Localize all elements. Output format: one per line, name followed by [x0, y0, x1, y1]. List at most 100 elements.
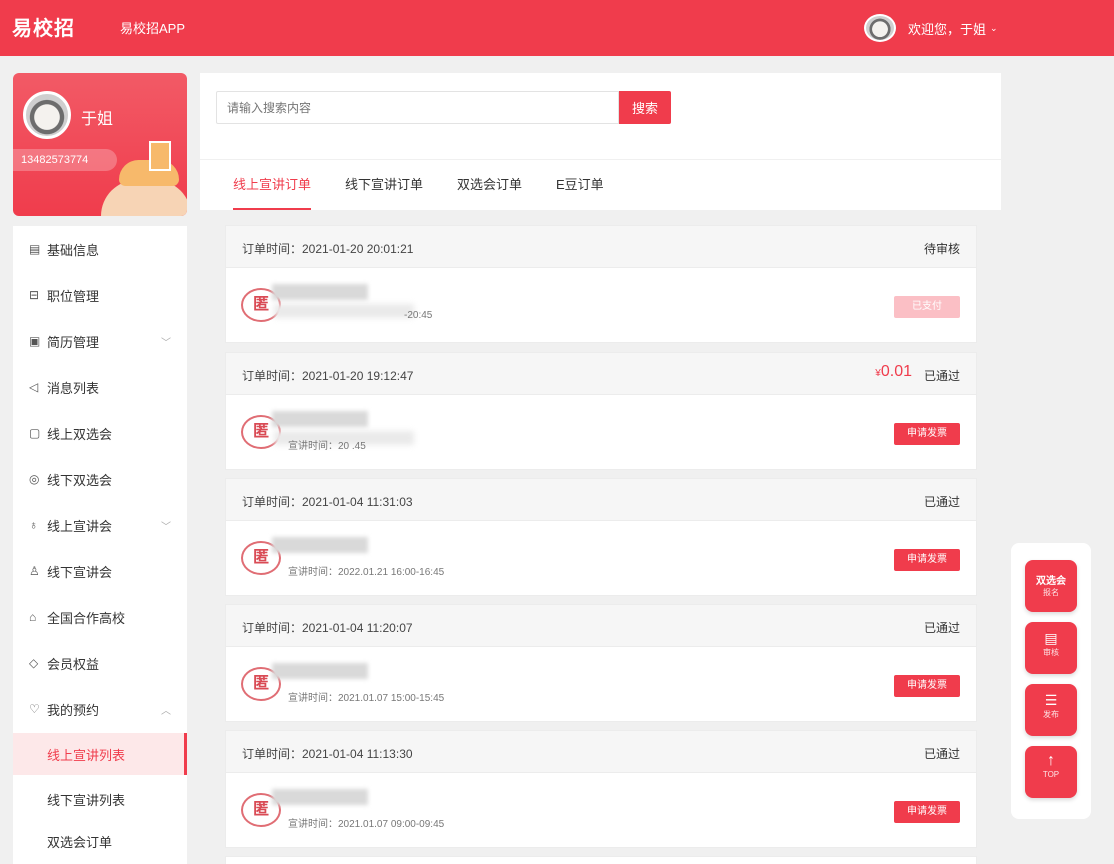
menu-item-basic-info[interactable]: ▤ 基础信息 [13, 226, 187, 272]
blurred-title [272, 537, 368, 553]
menu-label: 全国合作高校 [47, 610, 126, 626]
menu-item-reservations[interactable]: ♡ 我的预约 ︿ [13, 686, 187, 732]
blurred-title [272, 284, 368, 300]
blurred-title [272, 789, 368, 805]
order-time: 订单时间：2021-01-04 11:20:07 [242, 621, 413, 635]
review-icon: ▤ [1044, 630, 1058, 646]
menu-item-schools[interactable]: ⌂ 全国合作高校 [13, 594, 187, 640]
chevron-down-icon[interactable]: ﹀ [161, 518, 171, 533]
order-time: 订单时间：2021-01-20 19:12:47 [242, 369, 414, 383]
apply-invoice-button[interactable]: 申请发票 [894, 801, 960, 823]
price-amount: 0.01 [880, 363, 912, 380]
cake-illustration [91, 141, 187, 216]
order-status: 已通过 [923, 621, 960, 635]
publish-icon: ☰ [1044, 692, 1058, 708]
sidebar: 于姐 13482573774 ▤ 基础信息 ⊟ 职位管理 ▣ 简历管理 ﹀ ◁ 消息列表 … [13, 73, 187, 864]
menu-item-resumes[interactable]: ▣ 简历管理 ﹀ [13, 318, 187, 364]
order-card: 订单时间：2021-01-20 19:12:47 ¥0.01 已通过 匿 宣讲时… [225, 352, 977, 470]
menu-label: 线上双选会 [47, 426, 113, 442]
user-menu[interactable]: 欢迎您，于姐 ⌄ [864, 14, 998, 42]
menu-item-online-fair[interactable]: ▢ 线上双选会 [13, 410, 187, 456]
search-panel: 搜索 [200, 73, 1001, 159]
blurred-subtitle [274, 304, 414, 318]
menu-item-offline-fair[interactable]: ◎ 线下双选会 [13, 456, 187, 502]
tab-offline-talk-orders[interactable]: 线下宣讲订单 [345, 174, 423, 210]
user-avatar[interactable] [864, 14, 896, 42]
menu-item-online-talk[interactable]: ♁ 线上宣讲会 ﹀ [13, 502, 187, 548]
order-time: 订单时间：2021-01-04 11:13:30 [242, 747, 413, 761]
review-label: 审核 [1043, 648, 1059, 657]
order-header: 订单时间：2021-01-04 11:13:30 已通过 [226, 731, 976, 773]
menu-item-offline-talk[interactable]: ♙ 线下宣讲会 [13, 548, 187, 594]
resume-icon: ▣ [29, 334, 41, 348]
speaker-icon: ◁ [29, 380, 39, 394]
blurred-title [272, 411, 368, 427]
review-button[interactable]: ▤ 审核 [1025, 622, 1077, 674]
app-link[interactable]: 易校招APP [120, 18, 185, 37]
publish-button[interactable]: ☰ 发布 [1025, 684, 1077, 736]
microphone-icon: ♁ [29, 518, 38, 532]
tab-fair-orders[interactable]: 双选会订单 [457, 174, 522, 210]
menu-label: 线上宣讲会 [47, 518, 113, 534]
submenu-fair-orders[interactable]: 双选会订单 [13, 820, 187, 862]
order-header: 订单时间：2021-01-20 19:12:47 ¥0.01 已通过 [226, 353, 976, 395]
school-icon: ⌂ [29, 610, 37, 624]
menu-item-jobs[interactable]: ⊟ 职位管理 [13, 272, 187, 318]
arrow-up-icon: ↑ [1047, 752, 1055, 769]
apply-invoice-button[interactable]: 申请发票 [894, 423, 960, 445]
profile-card: 于姐 13482573774 [13, 73, 187, 216]
people-icon: ♙ [29, 564, 40, 578]
order-header: 订单时间：2021-01-20 20:01:21 待审核 [226, 226, 976, 268]
gift-box [149, 141, 171, 171]
profile-avatar[interactable] [23, 91, 71, 139]
search-input[interactable] [216, 91, 619, 124]
order-status: 待审核 [923, 242, 960, 256]
paid-button: 已支付 [894, 296, 960, 318]
main-content: 搜索 线上宣讲订单 线下宣讲订单 双选会订单 E豆订单 订单时间：2021-01… [200, 73, 1001, 864]
diamond-icon: ◇ [29, 656, 39, 670]
order-price: ¥0.01 [875, 363, 912, 381]
submenu-online-talk-list[interactable]: 线上宣讲列表 [13, 733, 187, 775]
blurred-title [272, 663, 368, 679]
top-label: TOP [1042, 770, 1060, 779]
chevron-down-icon[interactable]: ﹀ [161, 334, 171, 349]
order-card-partial [225, 856, 977, 864]
menu-label: 线下双选会 [47, 472, 113, 488]
search-button[interactable]: 搜索 [619, 91, 671, 124]
apply-invoice-button[interactable]: 申请发票 [894, 675, 960, 697]
order-status: 已通过 [923, 747, 960, 761]
menu-label: 消息列表 [47, 380, 100, 396]
menu-label: 简历管理 [47, 334, 100, 350]
welcome-text[interactable]: 欢迎您，于姐 [908, 19, 986, 38]
order-header: 订单时间：2021-01-04 11:31:03 已通过 [226, 479, 976, 521]
chevron-down-icon[interactable]: ⌄ [990, 23, 998, 34]
screen-icon: ▢ [29, 426, 41, 440]
order-card: 订单时间：2021-01-04 11:13:30 已通过 匿 宣讲时间：2021… [225, 730, 977, 848]
menu-item-messages[interactable]: ◁ 消息列表 [13, 364, 187, 410]
talk-time: 宣讲时间：20 .45 [288, 441, 366, 452]
talk-time: 宣讲时间：2021.01.07 09:00-09:45 [288, 819, 445, 830]
order-header: 订单时间：2021-01-04 11:20:07 已通过 [226, 605, 976, 647]
site-logo[interactable]: 易校招 [12, 12, 75, 41]
apply-invoice-button[interactable]: 申请发票 [894, 549, 960, 571]
order-card: 订单时间：2021-01-04 11:31:03 已通过 匿 宣讲时间：2022… [225, 478, 977, 596]
menu-item-membership[interactable]: ◇ 会员权益 [13, 640, 187, 686]
tab-edou-orders[interactable]: E豆订单 [556, 174, 604, 210]
menu-label: 会员权益 [47, 656, 100, 672]
briefcase-icon: ⊟ [29, 288, 40, 302]
menu-label: 基础信息 [47, 242, 100, 258]
menu-label: 职位管理 [47, 288, 100, 304]
menu-label: 线下宣讲会 [47, 564, 113, 580]
order-card: 订单时间：2021-01-04 11:20:07 已通过 匿 宣讲时间：2021… [225, 604, 977, 722]
tab-online-talk-orders[interactable]: 线上宣讲订单 [233, 174, 312, 210]
submenu-offline-talk-list[interactable]: 线下宣讲列表 [13, 778, 187, 820]
order-time: 订单时间：2021-01-20 20:01:21 [242, 242, 414, 256]
heart-icon: ♡ [29, 702, 40, 716]
back-to-top-button[interactable]: ↑ TOP [1025, 746, 1077, 798]
talk-time: -20:45 [404, 310, 433, 321]
order-card: 订单时间：2021-01-20 20:01:21 待审核 匿 -20:45 已支… [225, 225, 977, 343]
chevron-up-icon[interactable]: ︿ [161, 702, 171, 717]
fair-signup-button[interactable]: 双选会 报名 [1025, 560, 1077, 612]
location-icon: ◎ [29, 472, 40, 486]
side-menu: ▤ 基础信息 ⊟ 职位管理 ▣ 简历管理 ﹀ ◁ 消息列表 ▢ 线上双选会 ◎ 线下双选会 ♁… [13, 226, 187, 864]
